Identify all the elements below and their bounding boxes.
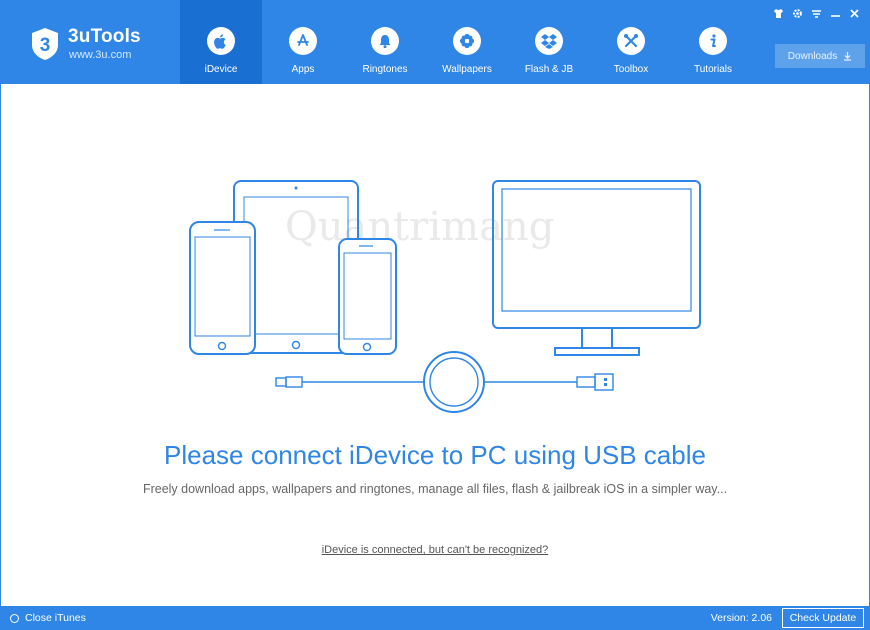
info-icon — [699, 27, 727, 55]
main-nav: iDevice Apps Ringtones Wallpapers Flash … — [180, 0, 754, 84]
app-store-icon — [289, 27, 317, 55]
downloads-label: Downloads — [787, 50, 838, 62]
nav-idevice[interactable]: iDevice — [180, 0, 262, 84]
nav-tutorials[interactable]: Tutorials — [672, 0, 754, 84]
nav-toolbox[interactable]: Toolbox — [590, 0, 672, 84]
window-controls — [773, 8, 860, 22]
iphone-large-outline — [189, 221, 256, 355]
not-recognized-link[interactable]: iDevice is connected, but can't be recog… — [0, 544, 870, 556]
shirt-icon[interactable] — [773, 8, 784, 22]
nav-apps[interactable]: Apps — [262, 0, 344, 84]
nav-label: Toolbox — [613, 64, 649, 75]
close-itunes-label: Close iTunes — [25, 612, 86, 624]
device-illustration — [189, 180, 701, 413]
nav-label: Tutorials — [694, 64, 732, 75]
app-logo-icon: 3 — [32, 28, 58, 60]
usb-cable-outline — [275, 351, 614, 413]
close-icon[interactable] — [849, 8, 860, 22]
check-update-button[interactable]: Check Update — [782, 608, 864, 628]
iphone-small-outline — [338, 238, 397, 355]
gear-icon[interactable] — [792, 8, 803, 22]
dropbox-icon — [535, 27, 563, 55]
version-label: Version: 2.06 — [710, 612, 772, 624]
app-url: www.3u.com — [69, 49, 132, 61]
tools-icon — [617, 27, 645, 55]
status-bar: Close iTunes Version: 2.06 Check Update — [0, 606, 870, 630]
main-content: Quantrimang Please connect iDevice to PC… — [0, 84, 870, 604]
nav-label: iDevice — [204, 64, 238, 75]
menu-icon[interactable] — [811, 8, 822, 22]
downloads-button[interactable]: Downloads — [775, 44, 865, 68]
nav-wallpapers[interactable]: Wallpapers — [426, 0, 508, 84]
app-title: 3uTools — [68, 26, 141, 47]
apple-icon — [207, 27, 235, 55]
download-arrow-icon — [844, 52, 852, 61]
bell-icon — [371, 27, 399, 55]
nav-label: Ringtones — [362, 64, 408, 75]
nav-ringtones[interactable]: Ringtones — [344, 0, 426, 84]
nav-label: Wallpapers — [442, 64, 492, 75]
nav-flash-jb[interactable]: Flash & JB — [508, 0, 590, 84]
header-bar: 3 3uTools www.3u.com iDevice Apps Ringto… — [0, 0, 870, 84]
connect-description: Freely download apps, wallpapers and rin… — [142, 482, 728, 496]
nav-label: Flash & JB — [524, 64, 574, 75]
circle-icon — [10, 613, 19, 623]
close-itunes-button[interactable]: Close iTunes — [10, 606, 86, 630]
app-logo-badge-text: 3 — [40, 35, 51, 56]
nav-label: Apps — [291, 64, 315, 75]
connect-headline: Please connect iDevice to PC using USB c… — [164, 440, 706, 470]
minimize-icon[interactable] — [830, 8, 841, 22]
monitor-outline — [492, 180, 701, 329]
flower-icon — [453, 27, 481, 55]
